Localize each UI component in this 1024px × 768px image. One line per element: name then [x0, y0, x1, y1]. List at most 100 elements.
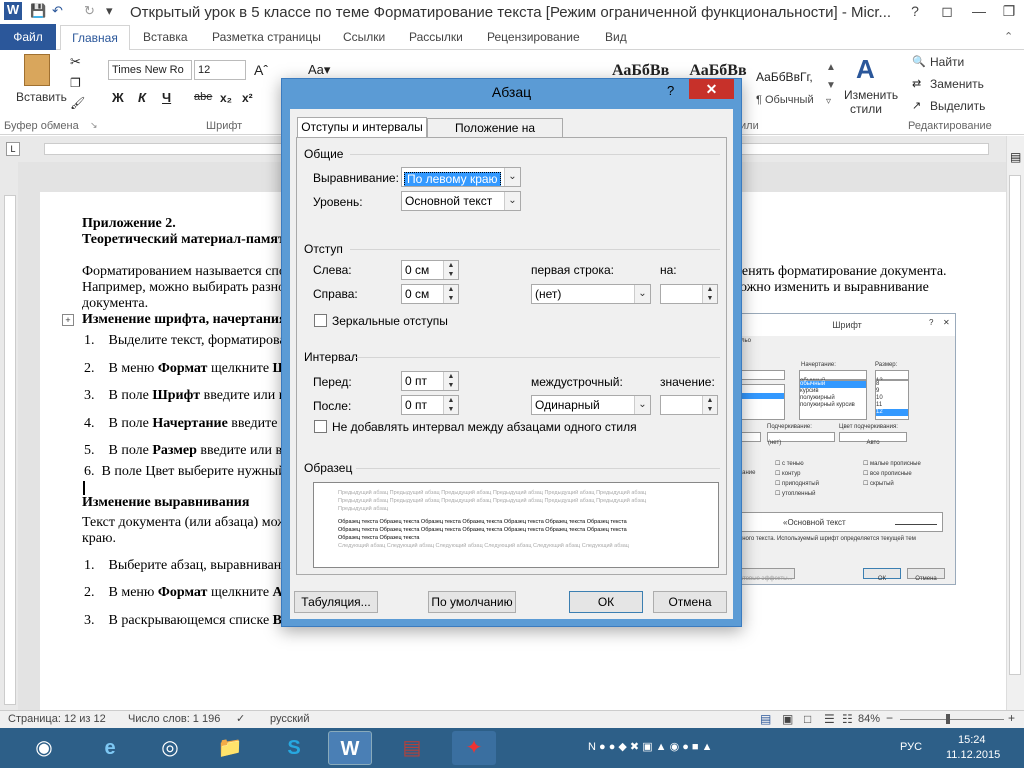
tab-file[interactable]: Файл: [0, 24, 56, 50]
spin-buttons[interactable]: ▲ ▼: [443, 372, 458, 390]
style-normal-preview[interactable]: АаБбВвГг,: [756, 70, 813, 84]
subscript-button[interactable]: x₂: [220, 91, 232, 105]
language-indicator[interactable]: русский: [270, 713, 309, 725]
by-input[interactable]: ▲ ▼: [660, 284, 718, 304]
font-size-combo[interactable]: 12: [194, 60, 246, 80]
word-taskbar-icon[interactable]: W: [328, 731, 372, 765]
format-painter-icon[interactable]: 🖌: [70, 96, 85, 110]
line-spacing-select[interactable]: Одинарный ⌄: [531, 395, 651, 415]
zoom-in-icon[interactable]: +: [1008, 711, 1015, 725]
clock-time[interactable]: 15:24: [958, 734, 986, 746]
zoom-slider-thumb[interactable]: [946, 714, 950, 724]
level-select[interactable]: Основной текст ⌄: [401, 191, 521, 211]
tab-mailings[interactable]: Рассылки: [409, 30, 463, 44]
superscript-button[interactable]: x²: [242, 91, 253, 105]
find-icon[interactable]: 🔍: [912, 55, 926, 68]
replace-icon[interactable]: ⇄: [912, 77, 921, 90]
undo-icon[interactable]: ↶: [52, 3, 63, 19]
help-icon[interactable]: ?: [898, 0, 932, 22]
tabs-button[interactable]: Табуляция...: [294, 591, 378, 613]
clock-date[interactable]: 11.12.2015: [946, 749, 1000, 761]
spin-buttons[interactable]: ▲ ▼: [443, 396, 458, 414]
word-count[interactable]: Число слов: 1 196: [128, 713, 220, 725]
strikethrough-button[interactable]: abe: [194, 91, 212, 103]
speaker-app-icon[interactable]: ◉: [22, 731, 66, 765]
tab-references[interactable]: Ссылки: [343, 30, 385, 44]
acrobat-icon[interactable]: ✦: [452, 731, 496, 765]
print-layout-icon[interactable]: ▤: [760, 712, 771, 726]
minimize-icon[interactable]: —: [962, 0, 996, 22]
no-space-label[interactable]: Не добавлять интервал между абзацами одн…: [332, 420, 637, 434]
tab-page-layout[interactable]: Разметка страницы: [212, 30, 321, 44]
table-move-handle-icon[interactable]: +: [62, 314, 74, 326]
tab-indents-spacing[interactable]: Отступы и интервалы: [297, 117, 427, 138]
tab-selector-icon[interactable]: L: [6, 142, 20, 156]
vertical-ruler[interactable]: [4, 195, 16, 705]
outline-icon[interactable]: ☰: [824, 712, 835, 726]
save-icon[interactable]: 💾: [30, 3, 46, 19]
proofing-icon[interactable]: ✓: [236, 712, 245, 725]
at-input[interactable]: ▲ ▼: [660, 395, 718, 415]
draft-icon[interactable]: ☷: [842, 712, 853, 726]
paste-button[interactable]: Вставить: [16, 90, 67, 104]
dialog-help-icon[interactable]: ?: [667, 83, 674, 98]
style-normal-label[interactable]: ¶ Обычный: [756, 94, 814, 106]
winrar-icon[interactable]: ▤: [390, 731, 434, 765]
grow-font-icon[interactable]: Aˆ: [254, 62, 268, 78]
spacing-before-input[interactable]: 0 пт ▲ ▼: [401, 371, 459, 391]
copy-icon[interactable]: ❐: [70, 76, 81, 90]
chevron-down-icon[interactable]: ⌄: [634, 396, 650, 414]
tab-review[interactable]: Рецензирование: [487, 30, 580, 44]
cancel-button[interactable]: Отмена: [653, 591, 727, 613]
select-button[interactable]: Выделить: [930, 99, 985, 113]
ribbon-display-icon[interactable]: ◻: [930, 0, 964, 22]
zoom-slider[interactable]: [900, 719, 1004, 720]
bold-button[interactable]: Ж: [112, 90, 124, 105]
customize-qat-icon[interactable]: ▾: [106, 3, 113, 19]
select-icon[interactable]: ↗: [912, 99, 921, 112]
collapse-ribbon-icon[interactable]: ⌃: [1004, 30, 1013, 43]
skype-icon[interactable]: S: [272, 731, 316, 765]
zoom-level[interactable]: 84%: [858, 713, 880, 725]
tab-home[interactable]: Главная: [60, 25, 130, 51]
alignment-select[interactable]: По левому краю ⌄: [401, 167, 521, 187]
styles-scroll-down-icon[interactable]: ▼: [826, 80, 836, 91]
mirror-indents-label[interactable]: Зеркальные отступы: [332, 314, 448, 328]
cut-icon[interactable]: ✂: [70, 54, 81, 70]
styles-more-icon[interactable]: ▿: [826, 96, 831, 107]
set-default-button[interactable]: По умолчанию: [428, 591, 516, 613]
no-space-checkbox[interactable]: [314, 420, 327, 433]
spin-buttons[interactable]: ▲ ▼: [702, 285, 717, 303]
styles-scroll-up-icon[interactable]: ▲: [826, 62, 836, 73]
language-tray[interactable]: РУС: [900, 741, 922, 753]
ie-icon[interactable]: e: [88, 731, 132, 765]
underline-button[interactable]: Ч: [162, 90, 171, 105]
spin-buttons[interactable]: ▲ ▼: [443, 261, 458, 279]
spin-buttons[interactable]: ▲ ▼: [702, 396, 717, 414]
chevron-down-icon[interactable]: ⌄: [504, 192, 520, 210]
full-screen-icon[interactable]: ▣: [782, 712, 793, 726]
restore-icon[interactable]: ❐: [992, 0, 1024, 22]
ruler-toggle-icon[interactable]: ▤: [1010, 150, 1021, 164]
close-icon[interactable]: ✕: [689, 79, 734, 99]
italic-button[interactable]: К: [138, 90, 146, 105]
zoom-out-icon[interactable]: −: [886, 711, 893, 725]
scrollbar-thumb[interactable]: [1009, 175, 1021, 675]
explorer-icon[interactable]: 📁: [208, 731, 252, 765]
tray-icons[interactable]: N ● ● ◆ ✖ ▣ ▲ ◉ ● ■ ▲: [588, 740, 713, 753]
tab-insert[interactable]: Вставка: [143, 30, 188, 44]
clipboard-launcher-icon[interactable]: ↘: [90, 120, 98, 131]
ok-button[interactable]: ОК: [569, 591, 643, 613]
first-line-select[interactable]: (нет) ⌄: [531, 284, 651, 304]
chevron-down-icon[interactable]: ⌄: [634, 285, 650, 303]
web-layout-icon[interactable]: □: [804, 712, 811, 726]
indent-left-input[interactable]: 0 см ▲ ▼: [401, 260, 459, 280]
change-case-icon[interactable]: Aa▾: [308, 62, 330, 78]
paste-icon[interactable]: [24, 54, 50, 86]
replace-button[interactable]: Заменить: [930, 77, 984, 91]
redo-icon[interactable]: ↻: [84, 3, 95, 19]
tab-view[interactable]: Вид: [605, 30, 627, 44]
change-styles-icon[interactable]: A: [856, 54, 875, 85]
mirror-indents-checkbox[interactable]: [314, 314, 327, 327]
chrome-icon[interactable]: ◎: [148, 731, 192, 765]
